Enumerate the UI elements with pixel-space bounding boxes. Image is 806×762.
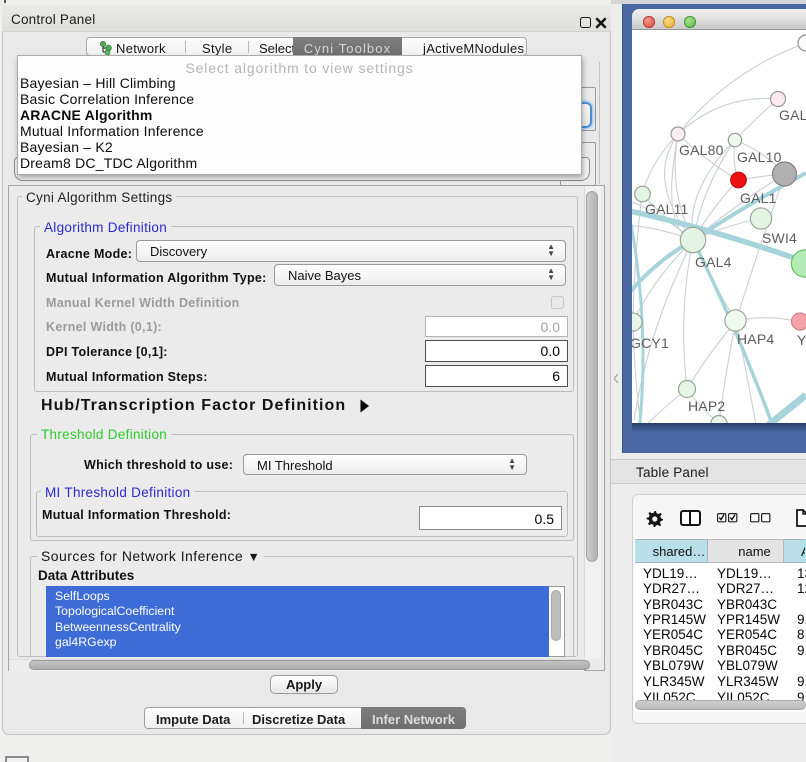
svg-text:GCY1: GCY1 <box>632 335 669 351</box>
svg-text:GAL4: GAL4 <box>695 254 732 270</box>
svg-text:GAL1: GAL1 <box>740 190 777 206</box>
svg-text:HAP4: HAP4 <box>737 331 774 347</box>
svg-text:HAP2: HAP2 <box>688 398 725 414</box>
svg-text:GAL2: GAL2 <box>779 107 806 123</box>
svg-text:GAL10: GAL10 <box>737 149 782 165</box>
svg-text:YM: YM <box>797 332 806 348</box>
svg-text:GAL80: GAL80 <box>679 142 724 158</box>
svg-text:SWI4: SWI4 <box>762 230 797 246</box>
svg-text:GAL11: GAL11 <box>645 201 689 217</box>
